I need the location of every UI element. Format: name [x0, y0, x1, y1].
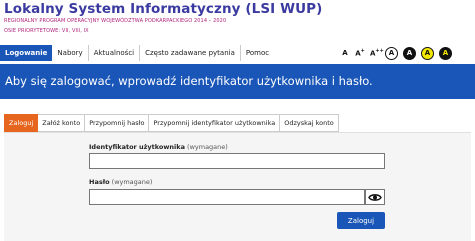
font-small-label: A: [342, 49, 348, 57]
banner-text: Aby się zalogować, wprowadź identyfikato…: [5, 74, 373, 88]
password-field-label: Hasło (wymagane): [89, 178, 152, 186]
font-size-medium-button[interactable]: A+: [355, 48, 365, 57]
tab-przypomnij-haslo[interactable]: Przypomnij hasło: [85, 114, 150, 132]
contrast-black-yellow-button[interactable]: A: [439, 46, 452, 60]
font-size-large-button[interactable]: A++: [370, 48, 384, 57]
show-password-button[interactable]: [365, 189, 385, 205]
nav-item-logowanie[interactable]: Logowanie: [0, 45, 53, 61]
auth-tabs: Zaloguj Załóż konto Przypomnij hasło Prz…: [4, 114, 339, 132]
nav-item-nabory[interactable]: Nabory: [52, 45, 89, 61]
contrast-inverted-button[interactable]: A: [403, 46, 416, 60]
username-input[interactable]: [89, 153, 385, 169]
app-title: Lokalny System Informatyczny (LSI WUP): [4, 1, 323, 17]
priority-axes: OSIE PRIORYTETOWE: VII, VIII, IX: [4, 28, 89, 34]
nav-item-pomoc[interactable]: Pomoc: [241, 45, 274, 61]
tab-przypomnij-identyfikator[interactable]: Przypomnij identyfikator użytkownika: [149, 114, 281, 132]
program-subtitle: REGIONALNY PROGRAM OPERACYJNY WOJEWÓDZTW…: [4, 18, 227, 24]
contrast-default-button[interactable]: A: [385, 46, 398, 60]
login-required-note: (wymagane): [187, 143, 228, 151]
tab-zaloguj[interactable]: Zaloguj: [4, 114, 39, 132]
login-panel: [4, 132, 471, 241]
main-nav: Logowanie Nabory Aktualności Często zada…: [0, 45, 274, 61]
password-label-text: Hasło: [89, 178, 110, 186]
accessibility-toolbar: A A+ A++ A A A A: [340, 45, 452, 61]
login-submit-button[interactable]: Zaloguj: [337, 212, 385, 229]
nav-item-aktualnosci[interactable]: Aktualności: [89, 45, 141, 61]
font-medium-sup: +: [360, 48, 365, 55]
password-required-note: (wymagane): [111, 178, 153, 186]
nav-item-faq[interactable]: Często zadawane pytania: [140, 45, 241, 61]
info-banner: Aby się zalogować, wprowadź identyfikato…: [0, 64, 475, 99]
eye-icon: [368, 193, 382, 201]
password-input[interactable]: [89, 189, 365, 205]
login-field-label: Identyfikator użytkownika (wymagane): [89, 143, 228, 151]
tab-zaloz-konto[interactable]: Załóż konto: [38, 114, 86, 132]
tab-odzyskaj-konto[interactable]: Odzyskaj konto: [280, 114, 339, 132]
font-size-small-button[interactable]: A: [340, 49, 350, 57]
login-label-text: Identyfikator użytkownika: [89, 143, 185, 151]
contrast-yellow-button[interactable]: A: [421, 46, 434, 60]
page-header: Lokalny System Informatyczny (LSI WUP) R…: [0, 0, 475, 42]
font-large-sup: ++: [375, 48, 384, 55]
